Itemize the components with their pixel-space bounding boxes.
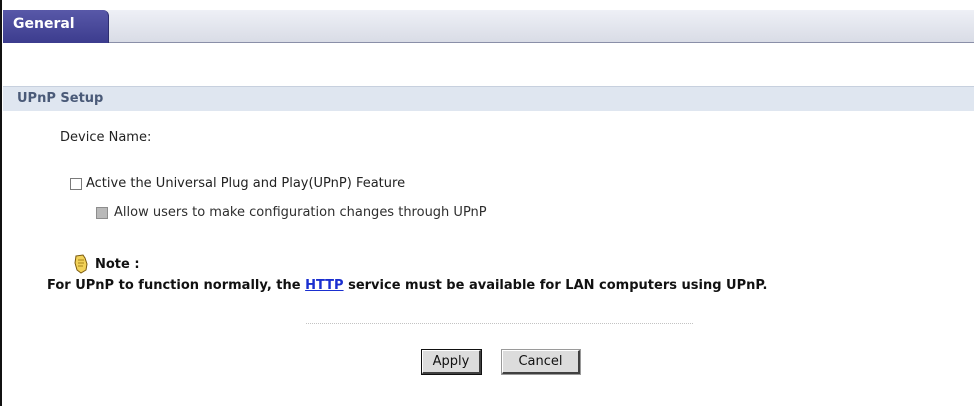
dotted-separator [306,323,693,324]
allow-config-checkbox[interactable] [96,207,108,219]
note-text: For UPnP to function normally, the HTTP … [47,278,767,293]
allow-config-label: Allow users to make configuration change… [114,205,487,220]
tab-general[interactable]: General [3,10,109,43]
note-text-before: For UPnP to function normally, the [47,278,306,293]
section-header: UPnP Setup [3,86,974,111]
cancel-button[interactable]: Cancel [501,349,581,375]
section-title: UPnP Setup [17,91,104,106]
upnp-feature-label: Active the Universal Plug and Play(UPnP)… [86,176,406,191]
device-name-label: Device Name: [60,130,152,145]
apply-button[interactable]: Apply [421,349,482,375]
note-title: Note : [95,257,140,272]
upnp-feature-checkbox[interactable] [70,178,82,190]
frame-left-border [0,0,2,406]
http-link[interactable]: HTTP [305,278,343,293]
tab-bar [3,10,974,43]
note-hand-icon [74,254,88,274]
note-text-after: service must be available for LAN comput… [343,278,768,293]
